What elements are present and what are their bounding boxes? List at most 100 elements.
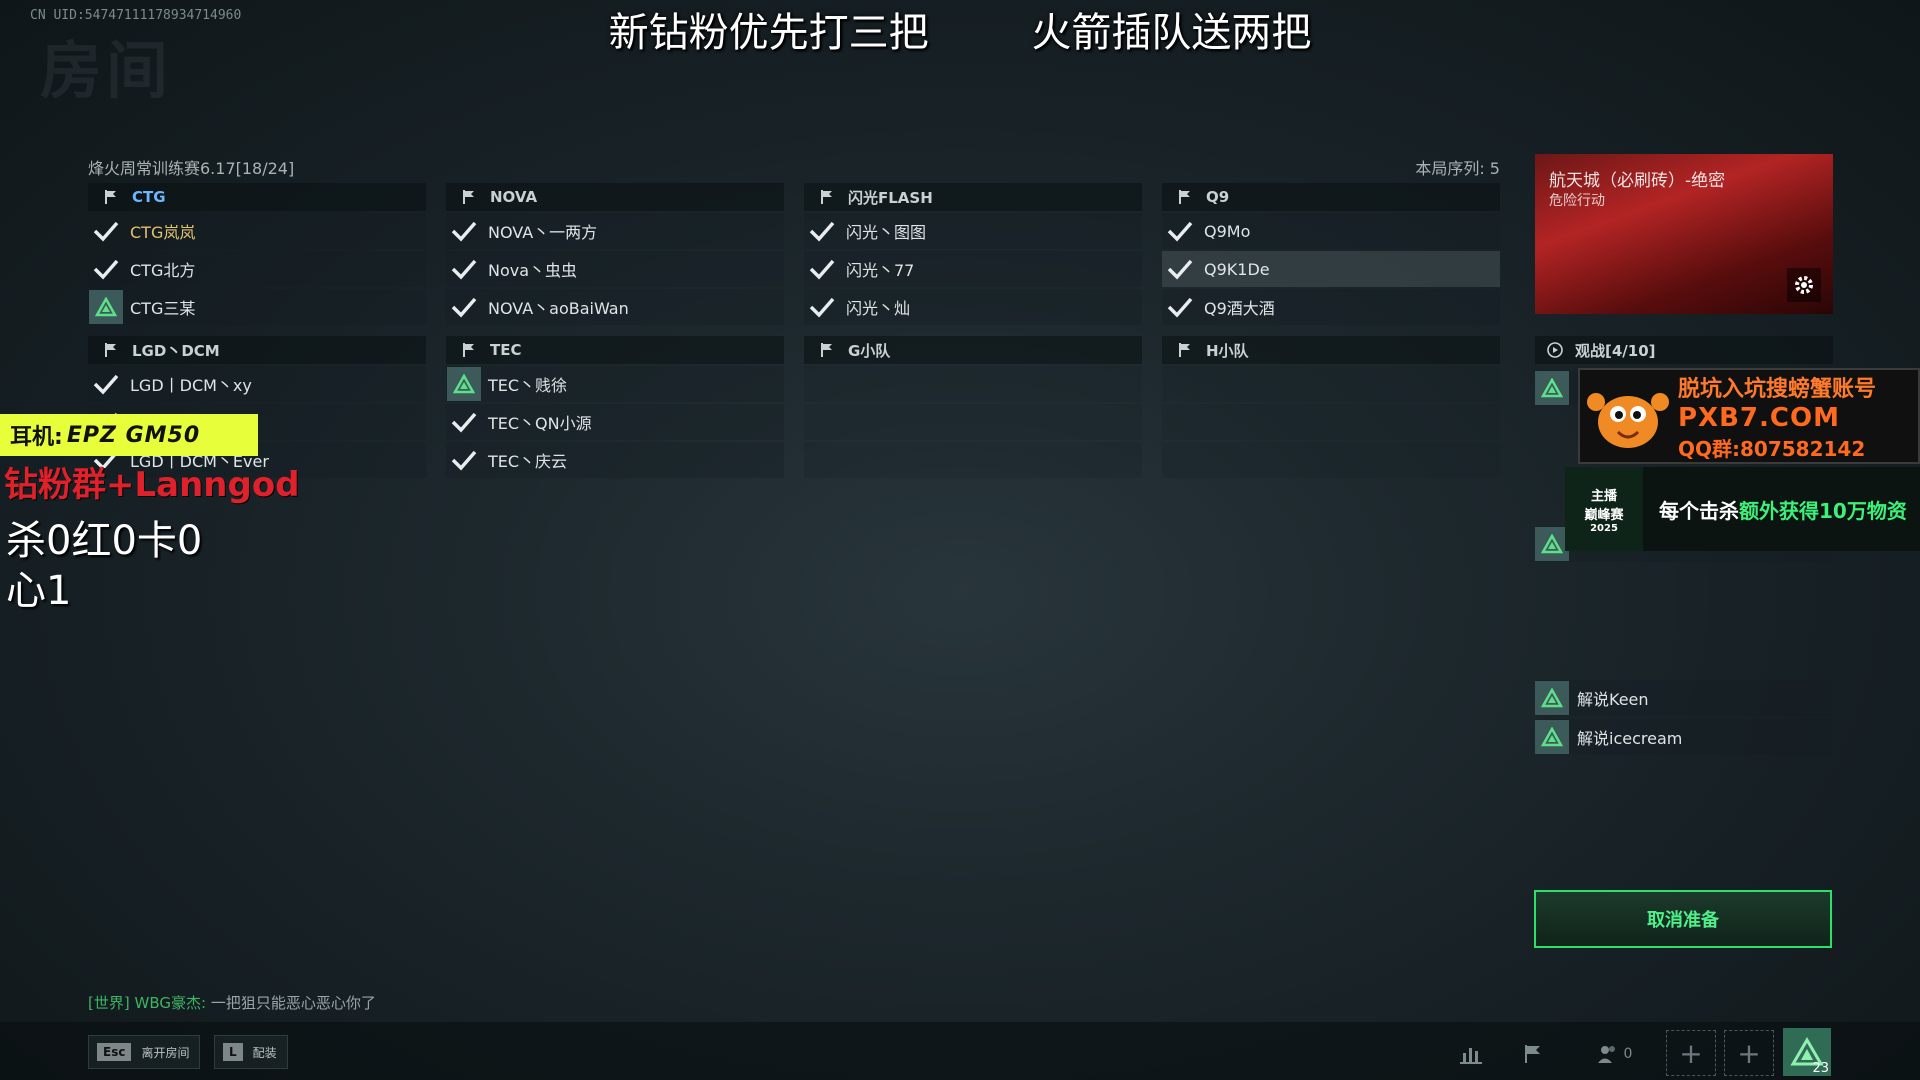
team-header[interactable]: G小队 [804, 336, 1142, 364]
loadout-button[interactable]: L 配装 [214, 1035, 288, 1069]
esc-key: Esc [97, 1043, 132, 1061]
crab-mascot-icon [1587, 393, 1669, 448]
hearts-count: 心1 [6, 568, 72, 614]
gear-icon[interactable] [1787, 268, 1821, 302]
caster-name: 解说icecream [1577, 729, 1683, 748]
map-card[interactable]: 航天城（必刷砖）-绝密 危险行动 [1535, 154, 1833, 314]
flag-icon [1179, 190, 1190, 204]
player-slot[interactable]: 闪光丶图图 [804, 213, 1142, 249]
player-triangle-icon [446, 366, 482, 402]
player-slot[interactable]: TEC丶QN小源 [446, 404, 784, 440]
avatar-count: 23 [1812, 1061, 1829, 1076]
spectate-header[interactable]: 观战[4/10] [1535, 336, 1833, 364]
empty-slot[interactable] [1162, 404, 1500, 440]
leave-room-label: 离开房间 [141, 1045, 190, 1060]
team-ctg: CTG CTG岚岚 CTG北方 CTG三某 [88, 183, 426, 325]
flag-icon [463, 190, 474, 204]
ready-check-icon [1162, 213, 1198, 249]
flag-menu-icon[interactable] [1512, 1035, 1554, 1073]
player-avatar-button[interactable]: 23 [1783, 1028, 1831, 1076]
team-header[interactable]: H小队 [1162, 336, 1500, 364]
player-slot[interactable]: CTG岚岚 [88, 213, 426, 249]
headset-banner: 耳机: EPZ GM50 [0, 414, 258, 456]
player-triangle-icon [1535, 527, 1569, 561]
player-triangle-icon [1535, 371, 1569, 405]
fan-group-label: 钻粉群+Lanngod [4, 465, 300, 505]
empty-slot[interactable] [1162, 442, 1500, 478]
player-slot[interactable]: Q9K1De [1162, 251, 1500, 287]
map-title: 航天城（必刷砖）-绝密 [1549, 171, 1726, 191]
player-name: 闪光丶灿 [846, 299, 911, 318]
team-header[interactable]: LGD丶DCM [88, 336, 426, 364]
player-slot[interactable]: Nova丶虫虫 [446, 251, 784, 287]
add-slot-button[interactable]: + [1666, 1030, 1716, 1076]
round-sequence: 本局序列: 5 [1415, 159, 1500, 178]
empty-slot[interactable] [804, 404, 1142, 440]
spectate-slot-caster[interactable]: 解说Keen [1535, 680, 1833, 716]
player-name: Nova丶虫虫 [488, 261, 578, 280]
session-name: 烽火周常训练赛6.17[18/24] [88, 159, 295, 178]
flag-icon [821, 343, 832, 357]
player-slot[interactable]: LGD丨DCM丶xy [88, 366, 426, 402]
stream-title-right: 火箭插队送两把 [1031, 10, 1312, 56]
player-name: TEC丶贱徐 [488, 376, 568, 395]
empty-slot[interactable] [1162, 366, 1500, 402]
ready-check-icon [804, 213, 840, 249]
ad1-line3: QQ群:807582142 [1678, 436, 1866, 461]
friends-button[interactable]: 0 [1584, 1035, 1644, 1073]
player-triangle-icon [1535, 720, 1569, 754]
ad1-line2: PXB7.COM [1678, 402, 1840, 433]
play-circle-icon [1547, 342, 1563, 358]
player-slot[interactable]: NOVA丶一两方 [446, 213, 784, 249]
player-name: TEC丶QN小源 [488, 414, 592, 433]
team-name: CTG [132, 188, 166, 206]
team-name: Q9 [1206, 188, 1230, 206]
team-name: LGD丶DCM [132, 341, 220, 360]
leave-room-button[interactable]: Esc 离开房间 [88, 1035, 201, 1069]
chat-message: [世界] WBG豪杰: 一把狙只能恶心恶心你了 [88, 992, 376, 1013]
cancel-ready-button[interactable]: 取消准备 [1534, 890, 1832, 948]
player-name: NOVA丶一两方 [488, 223, 598, 242]
empty-slot[interactable] [804, 442, 1142, 478]
player-slot[interactable]: 闪光丶77 [804, 251, 1142, 287]
team-flash: 闪光FLASH 闪光丶图图闪光丶77 闪光丶灿 [804, 183, 1142, 325]
player-triangle-icon [88, 289, 124, 325]
player-name: CTG岚岚 [130, 223, 196, 242]
stats-chart-icon[interactable] [1450, 1035, 1492, 1073]
team-header[interactable]: CTG [88, 183, 426, 211]
player-slot[interactable]: CTG北方 [88, 251, 426, 287]
add-slot-button[interactable]: + [1724, 1030, 1774, 1076]
ready-check-icon [446, 289, 482, 325]
player-slot[interactable]: 闪光丶灿 [804, 289, 1142, 325]
player-name: 闪光丶77 [846, 261, 915, 280]
team-header[interactable]: NOVA [446, 183, 784, 211]
empty-slot[interactable] [804, 366, 1142, 402]
team-name: 闪光FLASH [848, 188, 933, 207]
player-slot[interactable]: CTG三某 [88, 289, 426, 325]
spectate-title: 观战[4/10] [1575, 341, 1656, 360]
team-header[interactable]: TEC [446, 336, 784, 364]
team-header[interactable]: Q9 [1162, 183, 1500, 211]
team-g: G小队 [804, 336, 1142, 478]
player-slot[interactable]: Q9酒大酒 [1162, 289, 1500, 325]
flag-icon [821, 190, 832, 204]
spectate-slot-caster[interactable]: 解说icecream [1535, 719, 1833, 755]
team-header[interactable]: 闪光FLASH [804, 183, 1142, 211]
player-name: NOVA丶aoBaiWan [488, 299, 629, 318]
player-name: LGD丨DCM丶xy [130, 376, 252, 395]
chat-text: 一把狙只能恶心恶心你了 [210, 994, 376, 1012]
flag-icon [463, 343, 474, 357]
ready-check-icon [88, 251, 124, 287]
l-key: L [223, 1043, 243, 1061]
player-triangle-icon [1535, 681, 1569, 715]
player-slot[interactable]: TEC丶贱徐 [446, 366, 784, 402]
ready-check-icon [804, 289, 840, 325]
ready-check-icon [446, 251, 482, 287]
player-slot[interactable]: TEC丶庆云 [446, 442, 784, 478]
player-slot[interactable]: Q9Mo [1162, 213, 1500, 249]
team-tec: TEC TEC丶贱徐 TEC丶QN小源 TEC丶庆云 [446, 336, 784, 478]
player-slot[interactable]: NOVA丶aoBaiWan [446, 289, 784, 325]
team-name: H小队 [1206, 341, 1249, 360]
ad1-line1: 脱坑入坑搜螃蟹账号 [1678, 376, 1877, 402]
sponsor-ad-pxb7: 脱坑入坑搜螃蟹账号 PXB7.COM QQ群:807582142 [1578, 368, 1920, 464]
